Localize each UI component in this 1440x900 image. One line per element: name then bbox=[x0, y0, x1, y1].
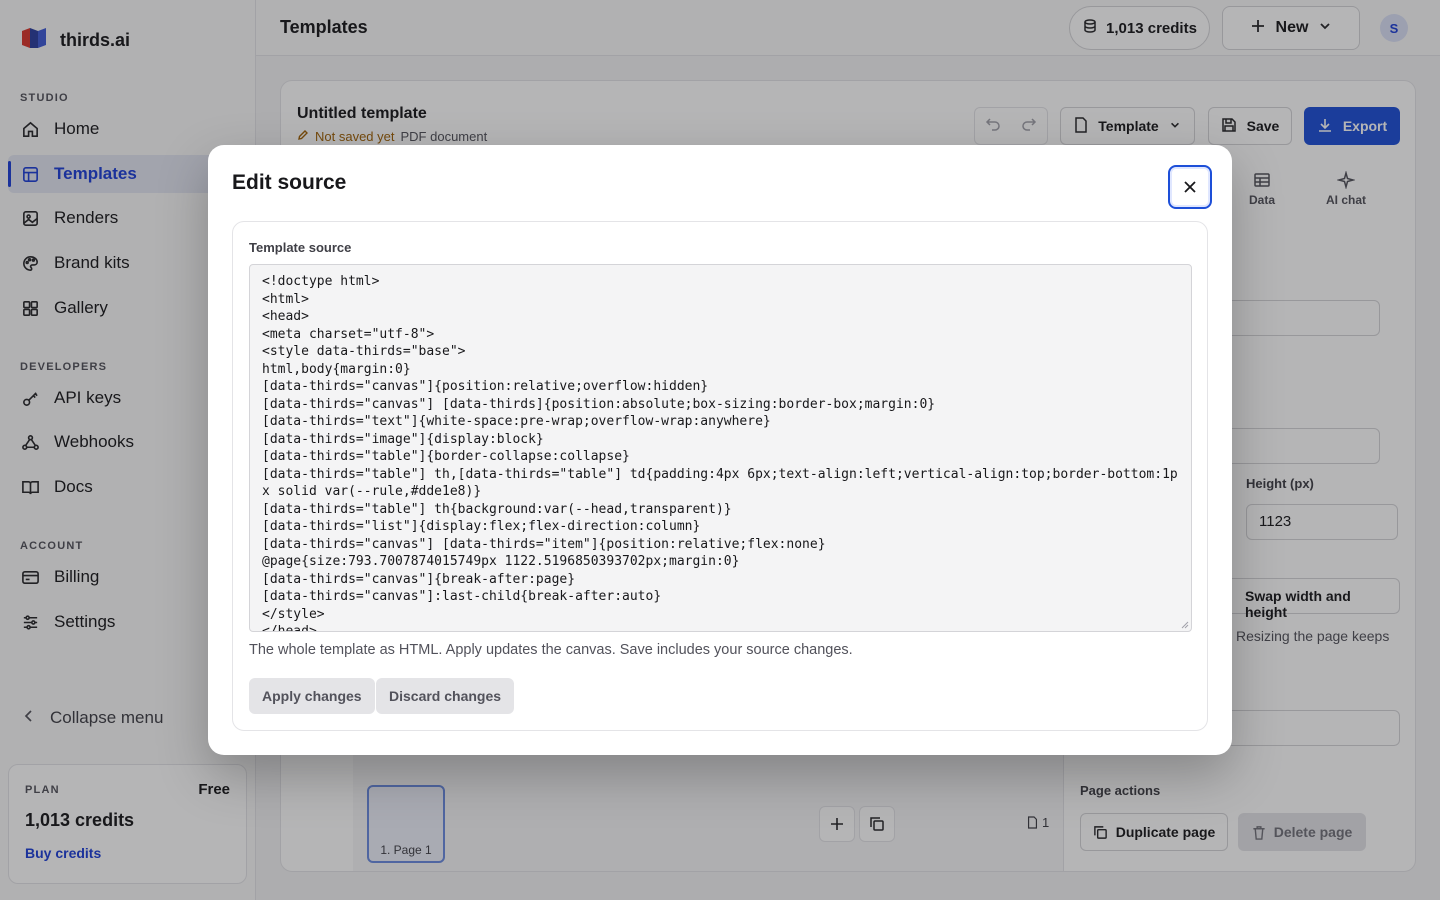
dialog-title: Edit source bbox=[232, 171, 347, 194]
close-icon bbox=[1184, 181, 1196, 193]
apply-changes-button[interactable]: Apply changes bbox=[249, 678, 375, 714]
help-text: The whole template as HTML. Apply update… bbox=[249, 642, 853, 658]
template-source-code: <!doctype html> <html> <head> <meta char… bbox=[262, 274, 1178, 632]
template-source-label: Template source bbox=[249, 240, 352, 255]
edit-source-dialog: Edit source Template source <!doctype ht… bbox=[208, 145, 1232, 755]
resize-grip-icon[interactable] bbox=[1179, 619, 1189, 629]
discard-changes-button[interactable]: Discard changes bbox=[376, 678, 515, 714]
source-card: Template source <!doctype html> <html> <… bbox=[232, 221, 1208, 731]
close-button[interactable] bbox=[1168, 165, 1212, 209]
template-source-textarea[interactable]: <!doctype html> <html> <head> <meta char… bbox=[249, 264, 1192, 632]
